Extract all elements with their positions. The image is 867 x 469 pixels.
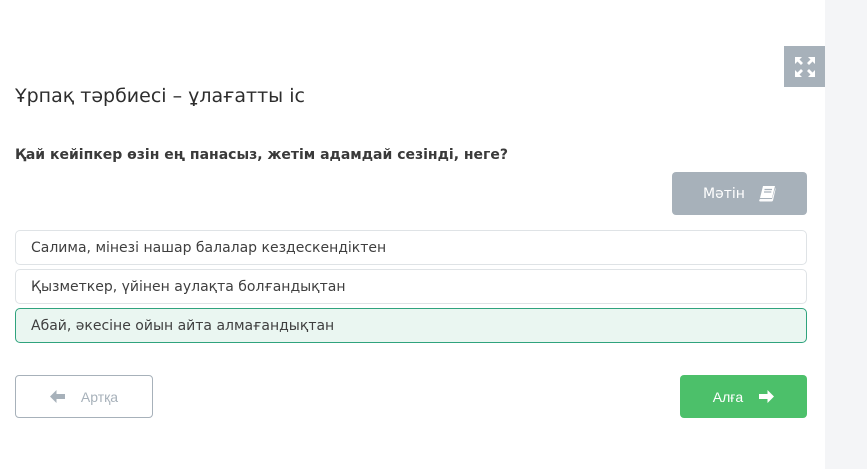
answer-option[interactable]: Салима, мінезі нашар балалар кездескенді… xyxy=(15,230,807,265)
answer-option-selected[interactable]: Абай, әкесіне ойын айта алмағандықтан xyxy=(15,308,807,343)
book-icon xyxy=(759,185,776,202)
answer-label: Абай, әкесіне ойын айта алмағандықтан xyxy=(31,317,335,334)
back-button[interactable]: Артқа xyxy=(15,375,153,418)
next-button-label: Алға xyxy=(712,388,744,405)
answer-label: Қызметкер, үйінен аулақта болғандықтан xyxy=(31,278,346,295)
right-side-panel xyxy=(825,0,867,469)
page-title: Ұрпақ тәрбиесі – ұлағатты іс xyxy=(15,85,305,107)
arrow-left-icon xyxy=(49,390,65,403)
question-text: Қай кейіпкер өзін ең панасыз, жетім адам… xyxy=(15,147,508,163)
answer-label: Салима, мінезі нашар балалар кездескенді… xyxy=(31,239,387,256)
answer-option[interactable]: Қызметкер, үйінен аулақта болғандықтан xyxy=(15,269,807,304)
answer-options: Салима, мінезі нашар балалар кездескенді… xyxy=(15,230,807,347)
text-button-label: Мәтін xyxy=(703,185,745,202)
arrow-right-icon xyxy=(759,390,775,403)
back-button-label: Артқа xyxy=(80,388,119,405)
expand-arrows-icon xyxy=(794,56,816,78)
fullscreen-button[interactable] xyxy=(784,46,825,87)
next-button[interactable]: Алға xyxy=(680,375,807,418)
text-button[interactable]: Мәтін xyxy=(672,172,807,215)
